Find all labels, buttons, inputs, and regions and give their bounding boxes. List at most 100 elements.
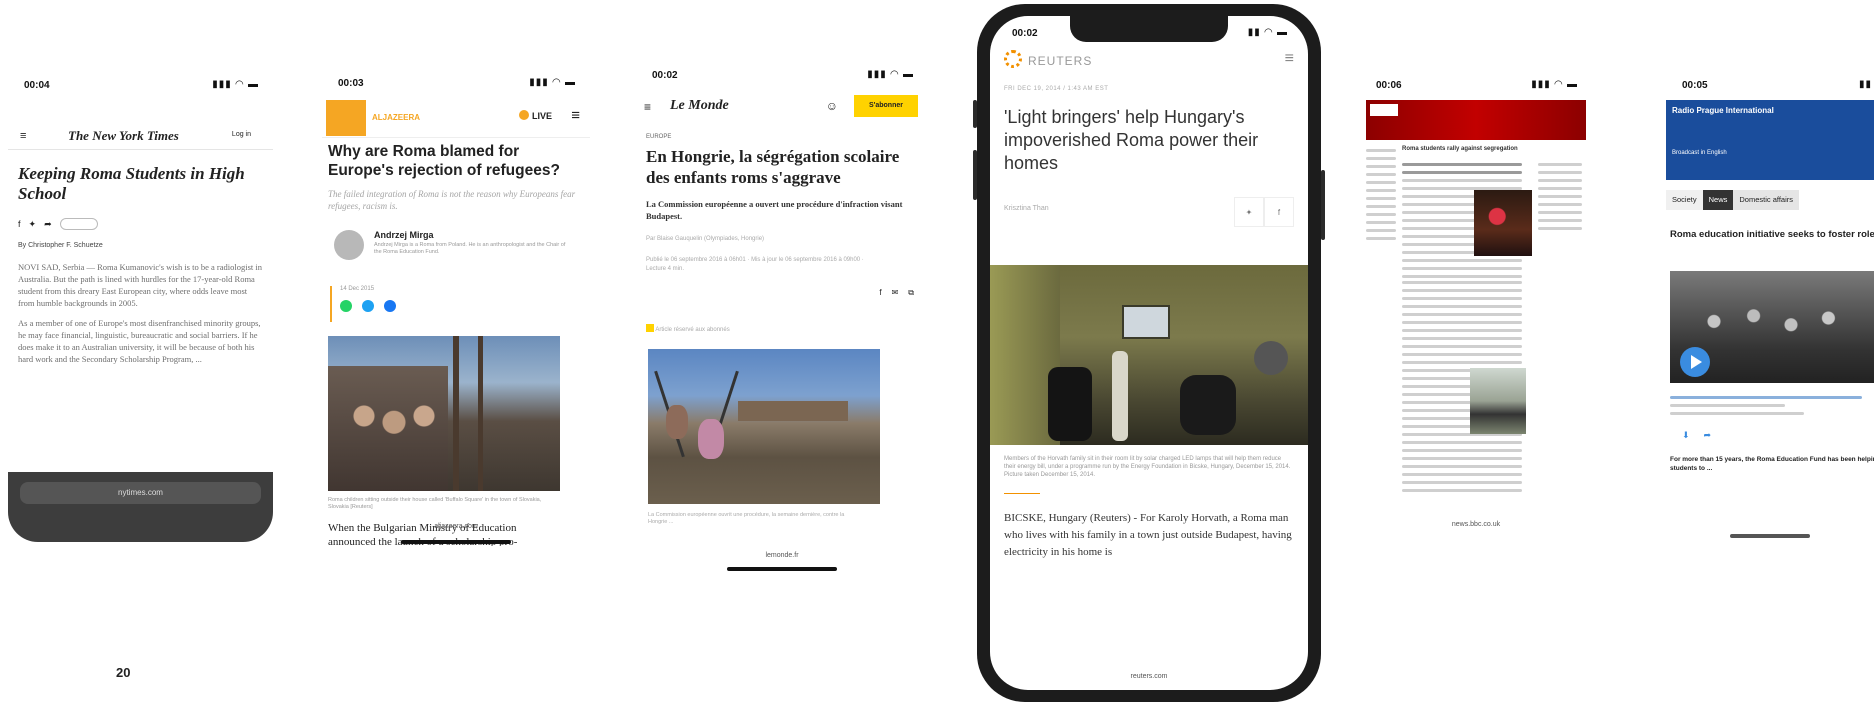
lock-icon xyxy=(646,324,654,332)
reuters-logo[interactable]: REUTERS xyxy=(1028,54,1092,68)
share-row: ⬇ ➦ xyxy=(1666,420,1874,441)
live-label: LIVE xyxy=(531,111,552,121)
lemonde-logo[interactable]: Le Monde xyxy=(670,98,729,114)
menu-icon[interactable]: ≡ xyxy=(1285,50,1294,68)
signal-icons: ▮▮ xyxy=(1858,79,1872,90)
audio-meta xyxy=(1666,383,1866,415)
safari-toolbar: nytimes.com xyxy=(8,472,273,542)
nyt-header: ≡ The New York Times Log in xyxy=(8,124,273,150)
twitter-icon[interactable] xyxy=(362,300,374,312)
twitter-icon[interactable]: ✦ xyxy=(29,219,37,230)
aljazeera-screen: 00:03 ▮▮▮ ◠ ▬ ALJAZEERA LIVE ≡ Why are R… xyxy=(322,68,590,546)
status-bar: 00:05 ▮▮ xyxy=(1666,70,1874,100)
status-bar: 00:04 ▮▮▮ ◠ ▬ xyxy=(8,70,273,100)
article-body: For more than 15 years, the Roma Educati… xyxy=(1670,456,1874,472)
reuters-logo-icon[interactable] xyxy=(1004,50,1022,68)
play-icon xyxy=(1691,355,1702,369)
login-link[interactable]: Log in xyxy=(232,131,251,138)
author-name[interactable]: Andrzej Mirga xyxy=(374,230,434,240)
facebook-icon[interactable]: f xyxy=(879,288,881,298)
menu-icon[interactable]: ≡ xyxy=(20,130,26,142)
bbc-left-nav xyxy=(1366,144,1396,384)
copy-link-icon[interactable]: ⧉ xyxy=(908,288,914,298)
menu-icon[interactable]: ≡ xyxy=(644,100,651,114)
photo-caption: Members of the Horvath family sit in the… xyxy=(1004,456,1291,478)
article-body-2: As a member of one of Europe's most dise… xyxy=(18,318,261,364)
bbc-headline: Roma students rally against segregation xyxy=(1402,146,1518,152)
bbc-banner xyxy=(1366,100,1586,140)
lemonde-screen: 00:02 ▮▮▮ ◠ ▬ ≡ Le Monde ☺ S'abonner EUR… xyxy=(636,60,928,575)
account-icon[interactable]: ☺ xyxy=(826,99,838,113)
share-row: f ✉ ⧉ xyxy=(636,274,928,298)
live-dot-icon xyxy=(519,110,530,120)
nyt-logo[interactable]: The New York Times xyxy=(68,128,179,144)
address-bar[interactable]: nytimes.com xyxy=(20,482,261,504)
status-bar: 00:03 ▮▮▮ ◠ ▬ xyxy=(322,68,590,98)
email-icon[interactable]: ✉ xyxy=(892,288,899,298)
photo-caption: Roma children sitting outside their hous… xyxy=(328,497,542,510)
date-share-block: 14 Dec 2015 xyxy=(330,286,590,322)
play-button[interactable] xyxy=(1680,347,1710,377)
broadcast-language[interactable]: Broadcast in English xyxy=(1672,150,1727,156)
home-indicator xyxy=(401,540,511,544)
status-time: 00:02 xyxy=(652,70,678,81)
tab-domestic-affairs[interactable]: Domestic affairs xyxy=(1733,190,1800,210)
article-author[interactable]: Krisztina Than xyxy=(1004,205,1049,212)
article-photo xyxy=(990,265,1308,445)
subscribe-button[interactable]: S'abonner xyxy=(854,95,918,117)
bbc-screen: 00:06 ▮▮▮ ◠ ▬ Roma students rally agains… xyxy=(1360,70,1592,542)
signal-icons: ▮▮▮ ◠ ▬ xyxy=(529,77,576,88)
article-body: NOVI SAD, Serbia — Roma Kumanovic's wish… xyxy=(18,262,262,308)
article-body: BICSKE, Hungary (Reuters) - For Karoly H… xyxy=(1004,512,1292,558)
reserved-label: Article réservé aux abonnés xyxy=(655,327,730,333)
aj-header: ALJAZEERA LIVE ≡ xyxy=(322,98,590,138)
download-icon[interactable]: ⬇ xyxy=(1682,430,1690,441)
article-photo xyxy=(648,349,880,504)
page-url: reuters.com xyxy=(1130,673,1168,680)
bbc-logo[interactable] xyxy=(1370,104,1398,116)
side-button-right xyxy=(1321,170,1325,240)
tab-society[interactable]: Society xyxy=(1666,190,1703,210)
photo-caption: La Commission européenne ouvrit une proc… xyxy=(648,512,845,525)
tab-news[interactable]: News xyxy=(1702,190,1734,210)
side-button-left xyxy=(973,100,977,128)
share-row: f ✦ ➦ xyxy=(8,204,273,230)
bbc-page: Roma students rally against segregation xyxy=(1366,144,1586,534)
article-title: En Hongrie, la ségrégation scolaire des … xyxy=(646,147,900,187)
facebook-icon[interactable]: f xyxy=(18,219,21,229)
article-title: 'Light bringers' help Hungary's impoveri… xyxy=(1004,107,1259,173)
article-lede: La Commission européenne a ouvert une pr… xyxy=(646,199,903,221)
save-button[interactable] xyxy=(59,218,98,230)
home-indicator xyxy=(727,567,837,571)
bbc-photo-2 xyxy=(1470,368,1526,434)
article-title: Keeping Roma Students in High School xyxy=(18,164,245,203)
publish-date: Publié le 06 septembre 2016 à 06h01 · Mi… xyxy=(646,257,864,272)
bbc-right-col xyxy=(1538,158,1582,235)
status-bar: 00:02 ▮▮▮ ◠ ▬ xyxy=(636,60,928,90)
page-url: lemonde.fr xyxy=(765,552,799,559)
article-photo xyxy=(328,336,560,491)
twitter-share-button[interactable]: ✦ xyxy=(1234,197,1264,227)
facebook-icon[interactable] xyxy=(384,300,396,312)
aljazeera-logo[interactable] xyxy=(326,100,366,136)
reuters-screen: 00:02 ▮▮ ◠ ▬ REUTERS ≡ FRI DEC 19, 2014 … xyxy=(990,16,1308,690)
facebook-share-button[interactable]: f xyxy=(1264,197,1294,227)
author-row: Krisztina Than ✦ f xyxy=(990,193,1308,233)
section-label[interactable]: EUROPE xyxy=(636,126,928,140)
live-indicator[interactable]: LIVE xyxy=(519,110,552,121)
prague-logo[interactable]: Radio Prague International xyxy=(1672,106,1774,115)
whatsapp-icon[interactable] xyxy=(340,300,352,312)
article-subtitle: The failed integration of Roma is not th… xyxy=(328,189,576,211)
lemonde-header: ≡ Le Monde ☺ S'abonner xyxy=(636,90,928,126)
collage: 00:04 ▮▮▮ ◠ ▬ ≡ The New York Times Log i… xyxy=(0,0,1874,706)
page-url: aljazeera.com xyxy=(434,523,478,530)
article-photo xyxy=(1670,271,1874,383)
share-icon[interactable]: ➦ xyxy=(1704,430,1712,441)
menu-icon[interactable]: ≡ xyxy=(571,107,580,124)
signal-icons: ▮▮▮ ◠ ▬ xyxy=(1531,79,1578,90)
share-icon[interactable]: ➦ xyxy=(44,219,52,230)
signal-icons: ▮▮▮ ◠ ▬ xyxy=(867,69,914,80)
status-time: 00:03 xyxy=(338,78,364,89)
author-bio: Andrzej Mirga is a Roma from Poland. He … xyxy=(374,242,566,255)
publish-date: 14 Dec 2015 xyxy=(340,286,375,292)
